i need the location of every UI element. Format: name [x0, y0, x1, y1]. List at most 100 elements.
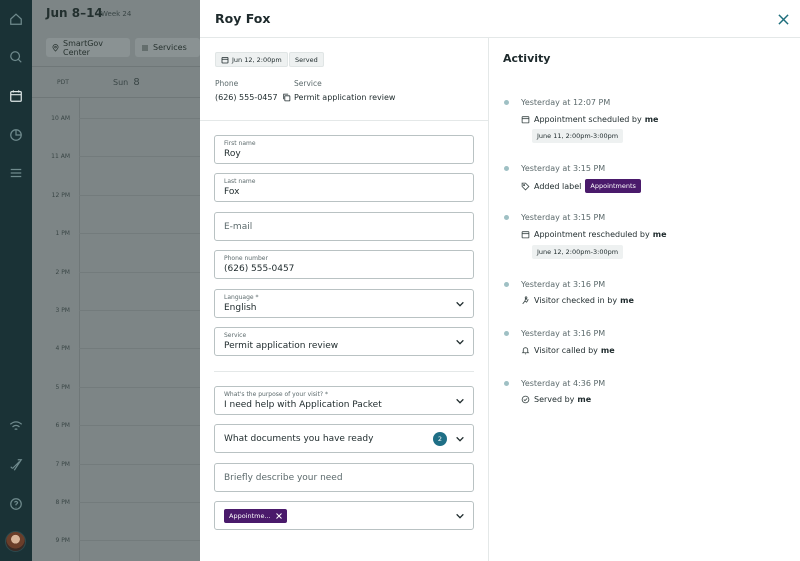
first-name-value: Roy — [224, 149, 241, 159]
activity-description: Served by — [534, 395, 575, 404]
activity-actor: me — [652, 230, 667, 239]
hour-gridline — [79, 502, 200, 503]
hour-label: 3 PM — [55, 307, 70, 314]
bell-icon — [521, 347, 530, 355]
day-header[interactable]: Sun 8 — [113, 77, 140, 88]
close-button[interactable] — [774, 10, 792, 28]
location-filter[interactable]: SmartGov Center — [46, 38, 130, 57]
hour-label: 5 PM — [55, 383, 70, 391]
help-icon[interactable] — [7, 495, 25, 513]
appointment-panel: Roy Fox Jun 12, 2:00pm Served Phone (626… — [200, 0, 800, 561]
activity-dot — [504, 282, 509, 287]
check-in-icon — [522, 296, 529, 305]
label-tag: Appointme... — [224, 509, 287, 523]
home-icon[interactable] — [7, 10, 25, 28]
activity-text: Visitor checked in by me — [521, 296, 634, 305]
hour-gridline — [79, 118, 200, 119]
activity-dot — [504, 166, 509, 171]
hour-gridline — [79, 233, 200, 235]
hour-gridline — [79, 271, 200, 273]
calendar-icon[interactable] — [7, 87, 25, 105]
chevron-down-icon — [456, 513, 464, 519]
calendar-background: Jun 8–14 Week 24 SmartGov Center Service… — [32, 0, 200, 561]
email-placeholder: E-mail — [224, 222, 253, 232]
need-placeholder: Briefly describe your need — [224, 473, 343, 483]
messages-icon[interactable] — [7, 48, 25, 66]
hour-gridline — [79, 310, 200, 311]
date-badge: Jun 12, 2:00pm — [215, 52, 288, 67]
hour-label: 9 PM — [55, 537, 70, 545]
hour-gridline — [79, 425, 200, 427]
service-value: Permit application review — [294, 93, 396, 102]
activity-text: Added label Appointments — [521, 179, 641, 193]
purpose-select[interactable]: What's the purpose of your visit? * I ne… — [214, 386, 474, 415]
hour-label: 11 AM — [51, 153, 70, 161]
need-description-field[interactable]: Briefly describe your need — [214, 463, 474, 492]
hour-label: 12 PM — [51, 191, 70, 199]
day-number: 8 — [133, 77, 140, 88]
labels-select[interactable]: Appointme... — [214, 501, 474, 530]
purpose-label: What's the purpose of your visit? * — [224, 391, 329, 398]
avatar[interactable] — [5, 531, 26, 552]
activity-text: Appointment scheduled by me — [521, 115, 658, 124]
service-select[interactable]: Service Permit application review — [214, 327, 474, 356]
visitor-name: Roy Fox — [215, 11, 271, 26]
list-icon[interactable] — [7, 164, 25, 182]
day-name: Sun — [113, 78, 129, 87]
calendar-icon — [521, 116, 530, 124]
hour-label: 8 PM — [55, 499, 70, 506]
date-badge-text: Jun 12, 2:00pm — [232, 55, 282, 64]
activity-dot — [504, 381, 509, 386]
grid-divider — [79, 98, 80, 561]
activity-dot — [504, 331, 509, 336]
wifi-icon[interactable] — [7, 417, 25, 435]
chevron-down-icon — [456, 301, 464, 307]
hour-gridline — [79, 386, 200, 388]
header-divider — [200, 37, 800, 38]
close-icon — [777, 13, 789, 25]
activity-dot — [504, 215, 509, 220]
nav-rail — [0, 0, 32, 561]
activity-description: Appointment rescheduled by — [534, 230, 650, 239]
activity-description: Appointment scheduled by — [534, 115, 642, 124]
phone-number-label: Phone number — [224, 255, 268, 262]
hour-gridline — [79, 348, 200, 350]
language-select[interactable]: Language * English — [214, 289, 474, 318]
activity-actor: me — [620, 296, 634, 305]
first-name-label: First name — [224, 140, 256, 147]
hour-label: 2 PM — [55, 268, 70, 276]
tag-icon — [521, 182, 530, 190]
documents-select[interactable]: What documents you have ready 2 — [214, 424, 474, 453]
activity-dot — [504, 100, 509, 105]
first-name-field[interactable]: First name Roy — [214, 135, 474, 164]
activity-actor: me — [577, 395, 592, 404]
language-value: English — [224, 303, 257, 313]
last-name-field[interactable]: Last name Fox — [214, 173, 474, 202]
service-field-value: Permit application review — [224, 341, 339, 351]
service-field-label: Service — [224, 332, 247, 339]
activity-description: Visitor called by — [534, 346, 598, 355]
remove-tag-icon[interactable] — [275, 513, 282, 519]
timezone-label: PDT — [57, 79, 69, 86]
phone-number-field[interactable]: Phone number (626) 555-0457 — [214, 250, 474, 279]
activity-text: Appointment rescheduled by me — [521, 230, 667, 239]
email-field[interactable]: E-mail — [214, 212, 474, 241]
services-filter[interactable]: Services — [135, 38, 200, 57]
activity-date-chip: June 11, 2:00pm-3:00pm — [532, 129, 624, 143]
chevron-down-icon — [456, 436, 464, 442]
reports-icon[interactable] — [7, 126, 25, 144]
hour-label: 6 PM — [55, 422, 70, 430]
rocket-icon[interactable] — [7, 456, 25, 474]
check-circle-icon — [521, 395, 530, 404]
purpose-value: I need help with Application Packet — [224, 400, 382, 410]
activity-title: Activity — [503, 52, 551, 65]
copy-icon[interactable] — [282, 93, 291, 102]
status-badge: Served — [289, 52, 324, 67]
hour-label: 10 AM — [51, 115, 70, 122]
hour-label: 1 PM — [55, 230, 70, 238]
hour-label: 7 PM — [55, 460, 70, 468]
status-badge-text: Served — [295, 55, 318, 64]
list-icon — [142, 45, 148, 50]
phone-label: Phone — [215, 79, 239, 88]
last-name-label: Last name — [224, 178, 256, 185]
